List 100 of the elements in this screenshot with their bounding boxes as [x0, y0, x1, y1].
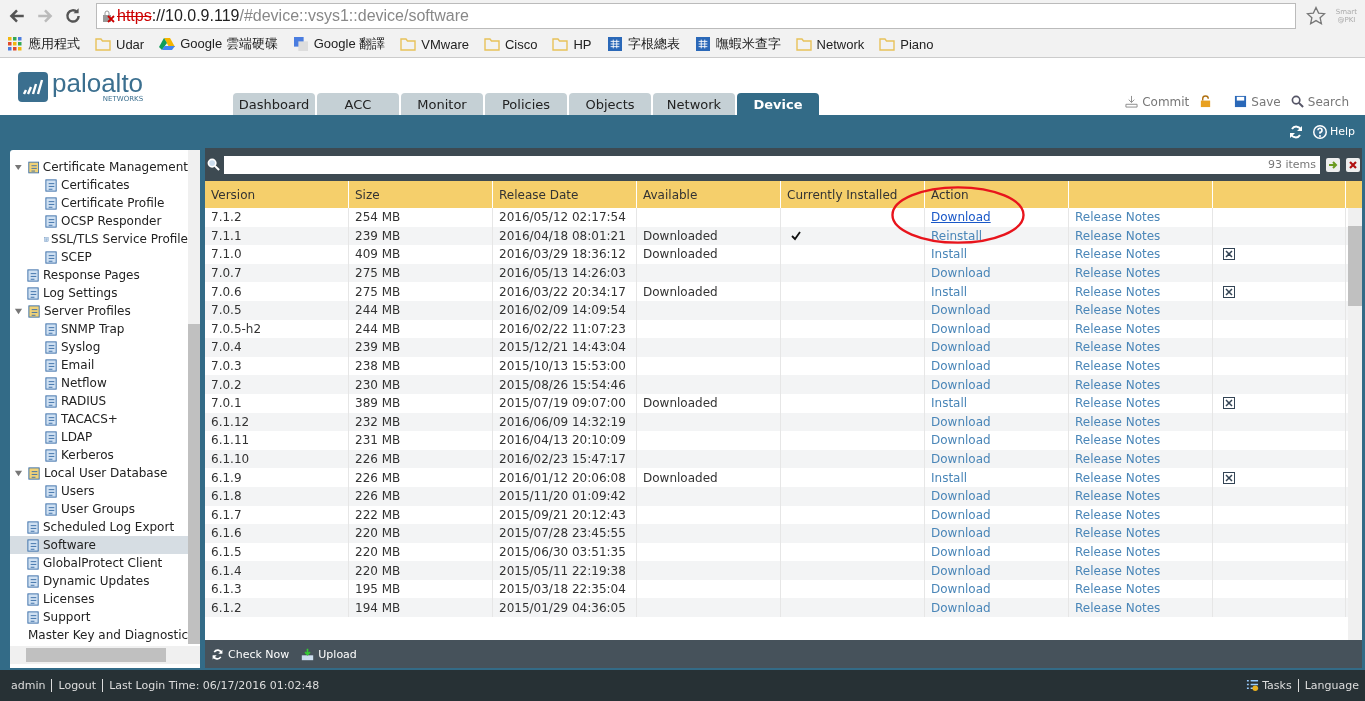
tree-item[interactable]: SSL/TLS Service Profile [10, 230, 188, 248]
release-notes-link[interactable]: Release Notes [1075, 321, 1161, 336]
tree-item[interactable]: Support [10, 608, 188, 626]
tree-item[interactable]: Software [10, 536, 188, 554]
action-link[interactable]: Download [931, 545, 991, 559]
action-link[interactable]: Download [931, 563, 991, 578]
action-link[interactable]: Download [931, 210, 991, 225]
release-notes-link[interactable]: Release Notes [1075, 340, 1161, 355]
action-link[interactable]: Download [931, 340, 991, 355]
expand-arrow-icon[interactable] [14, 162, 23, 172]
release-notes-link[interactable]: Release Notes [1075, 582, 1161, 597]
tree-item[interactable]: Netflow [10, 374, 188, 392]
bookmark[interactable]: 應用程式 [7, 35, 80, 53]
delete-icon[interactable] [1223, 285, 1235, 298]
bookmark[interactable]: VMware [400, 36, 469, 52]
release-notes-link[interactable]: Release Notes [1075, 452, 1161, 466]
release-notes-link[interactable]: Release Notes [1075, 489, 1161, 504]
tree-item[interactable]: RADIUS [10, 392, 188, 410]
language-link[interactable]: Language [1304, 679, 1359, 692]
tree-item[interactable]: GlobalProtect Client [10, 554, 188, 572]
nav-tab[interactable]: Objects [569, 93, 651, 115]
release-notes-link[interactable]: Release Notes [1075, 600, 1161, 615]
release-notes-link[interactable]: Release Notes [1075, 377, 1161, 392]
bookmark[interactable]: Piano [879, 36, 934, 52]
tree-item[interactable]: Scheduled Log Export [10, 518, 188, 536]
tree-item[interactable]: TACACS+ [10, 410, 188, 428]
delete-icon[interactable] [1223, 471, 1235, 484]
help-button[interactable]: Help [1311, 123, 1355, 140]
action-link[interactable]: Download [931, 321, 991, 336]
action-link[interactable]: Install [931, 247, 968, 262]
tree-item[interactable]: SNMP Trap [10, 320, 188, 338]
action-link[interactable]: Download [931, 266, 991, 281]
horizontal-scrollbar[interactable] [10, 646, 200, 664]
action-link[interactable]: Download [931, 452, 991, 466]
bookmark[interactable]: 字根總表 [606, 35, 680, 53]
action-link[interactable]: Download [931, 507, 991, 522]
apply-filter-icon[interactable] [1326, 157, 1340, 172]
bookmark[interactable]: 嘸蝦米查字 [694, 35, 781, 53]
tree-item[interactable]: Syslog [10, 338, 188, 356]
nav-tab[interactable]: Monitor [401, 93, 483, 115]
release-notes-link[interactable]: Release Notes [1075, 396, 1161, 411]
scrollbar[interactable] [188, 150, 200, 644]
bookmark[interactable]: Udar [95, 36, 145, 52]
scrollbar[interactable] [1348, 208, 1362, 640]
tree-item[interactable]: Server Profiles [10, 302, 188, 320]
back-icon[interactable] [8, 7, 26, 25]
delete-icon[interactable] [1223, 397, 1235, 410]
nav-tab[interactable]: Network [653, 93, 735, 115]
action-link[interactable]: Install [931, 396, 968, 411]
release-notes-link[interactable]: Release Notes [1075, 470, 1161, 485]
upload-button[interactable]: Upload [301, 647, 357, 661]
bookmark[interactable]: Network [795, 36, 865, 52]
tree-item[interactable]: OCSP Responder [10, 212, 188, 230]
release-notes-link[interactable]: Release Notes [1075, 247, 1161, 262]
commit-button[interactable]: Commit [1125, 94, 1190, 109]
clear-filter-icon[interactable] [1346, 157, 1360, 172]
save-button[interactable]: Save [1234, 94, 1281, 109]
release-notes-link[interactable]: Release Notes [1075, 563, 1161, 578]
release-notes-link[interactable]: Release Notes [1075, 507, 1161, 522]
action-link[interactable]: Download [931, 582, 991, 597]
nav-tab[interactable]: ACC [317, 93, 399, 115]
nav-tab[interactable]: Dashboard [233, 93, 315, 115]
column-header[interactable]: Size [349, 181, 493, 208]
logout-link[interactable]: Logout [58, 679, 97, 692]
tree-item[interactable]: Certificates [10, 176, 188, 194]
action-link[interactable]: Download [931, 377, 991, 392]
tree-item[interactable]: Response Pages [10, 266, 188, 284]
tree-item[interactable]: Master Key and Diagnostic [10, 626, 188, 644]
action-link[interactable]: Download [931, 433, 991, 448]
column-header[interactable]: Currently Installed [781, 181, 925, 208]
tree-item[interactable]: Log Settings [10, 284, 188, 302]
lock-icon[interactable] [1199, 95, 1213, 108]
delete-icon[interactable] [1223, 248, 1235, 261]
action-link[interactable]: Download [931, 600, 991, 615]
tree-item[interactable]: User Groups [10, 500, 188, 518]
tree-item[interactable]: Certificate Profile [10, 194, 188, 212]
column-header[interactable]: Available [637, 181, 781, 208]
bookmark[interactable]: Cisco [483, 36, 538, 52]
action-link[interactable]: Download [931, 414, 991, 429]
search-button[interactable]: Search [1290, 94, 1349, 109]
bookmark[interactable]: HP [552, 36, 592, 52]
release-notes-link[interactable]: Release Notes [1075, 526, 1161, 541]
refresh-icon[interactable] [1287, 123, 1304, 140]
action-link[interactable]: Download [931, 303, 991, 318]
reload-icon[interactable] [64, 7, 82, 25]
star-icon[interactable] [1305, 6, 1326, 26]
expand-arrow-icon[interactable] [14, 306, 23, 316]
tree-item[interactable]: Kerberos [10, 446, 188, 464]
expand-arrow-icon[interactable] [14, 468, 23, 478]
release-notes-link[interactable]: Release Notes [1075, 414, 1161, 429]
bookmark[interactable]: Google 翻譯 [292, 35, 386, 53]
bookmark[interactable]: Google 雲端硬碟 [159, 35, 278, 53]
release-notes-link[interactable]: Release Notes [1075, 266, 1161, 281]
tree-item[interactable]: LDAP [10, 428, 188, 446]
release-notes-link[interactable]: Release Notes [1075, 433, 1161, 448]
release-notes-link[interactable]: Release Notes [1075, 228, 1161, 243]
tree-item[interactable]: Email [10, 356, 188, 374]
check-now-button[interactable]: Check Now [211, 647, 290, 661]
nav-tab[interactable]: Policies [485, 93, 567, 115]
column-header[interactable]: Action [925, 181, 1069, 208]
